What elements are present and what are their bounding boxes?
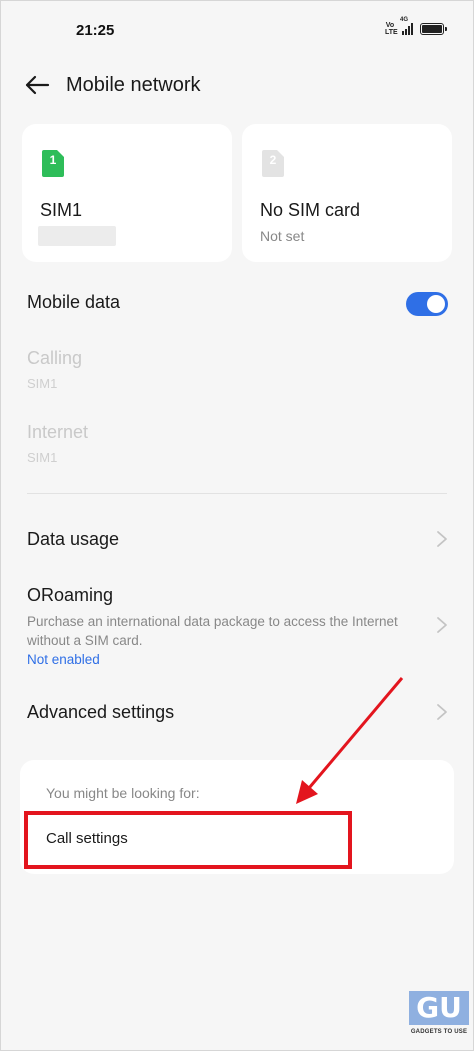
oroaming-description: Purchase an international data package t… [27, 614, 398, 648]
mobile-data-toggle[interactable] [406, 292, 448, 316]
sim-slot-number: 1 [49, 153, 57, 167]
sim-number-redacted [38, 226, 116, 246]
page-title: Mobile network [66, 74, 201, 96]
page-header: Mobile network [0, 62, 474, 108]
sim-name: No SIM card [260, 200, 361, 220]
data-usage-label: Data usage [27, 529, 120, 549]
status-time: 21:25 [76, 22, 115, 39]
annotation-highlight-box [24, 811, 352, 869]
volte-icon: Vo LTE [385, 22, 398, 36]
mobile-data-label: Mobile data [27, 292, 121, 312]
status-icons: Vo LTE 4G [385, 17, 447, 36]
logo-letters: GU [416, 991, 462, 1024]
oroaming-label: ORoaming [27, 585, 114, 605]
signal-icon: 4G [400, 17, 413, 35]
calling-value: SIM1 [27, 376, 58, 391]
battery-icon [420, 23, 447, 35]
internet-label: Internet [27, 422, 89, 442]
oroaming-status: Not enabled [27, 652, 100, 667]
gadgets-to-use-logo: GU GADGETS TO USE [406, 991, 472, 1041]
sim-status: Not set [260, 228, 305, 244]
status-bar: 21:25 Vo LTE 4G [0, 0, 474, 60]
sim-card-2[interactable]: 2 No SIM card Not set [242, 124, 452, 262]
advanced-settings-label: Advanced settings [27, 702, 175, 722]
logo-text: GADGETS TO USE [410, 1029, 468, 1035]
chevron-right-icon [437, 704, 447, 720]
network-type-label: 4G [400, 17, 409, 23]
sim-slot-number: 2 [269, 153, 277, 167]
sim-name: SIM1 [40, 200, 83, 220]
internet-value: SIM1 [27, 450, 58, 465]
chevron-right-icon [437, 531, 447, 547]
back-arrow-icon[interactable] [24, 74, 50, 96]
sim-card-1[interactable]: 1 SIM1 [22, 124, 232, 262]
suggestions-heading: You might be looking for: [46, 785, 200, 801]
chevron-right-icon [437, 617, 447, 633]
section-divider [27, 493, 447, 494]
calling-label: Calling [27, 348, 83, 368]
annotation-arrow-icon [296, 677, 404, 804]
